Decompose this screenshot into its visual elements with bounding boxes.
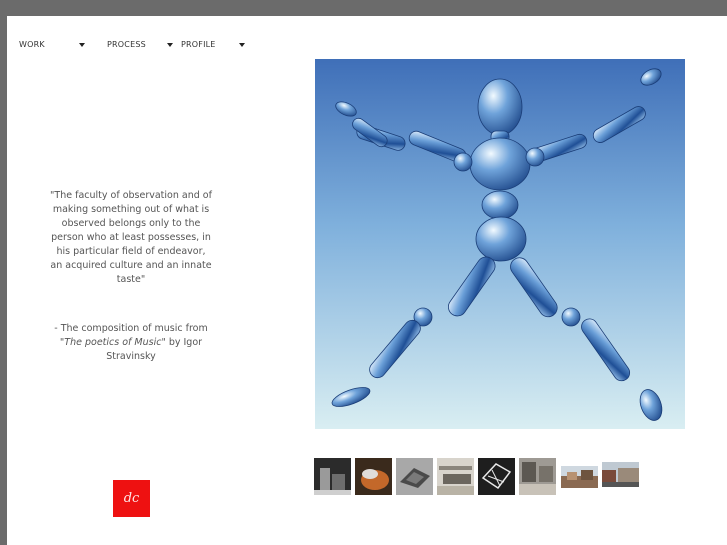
nav-item-label: PROCESS (107, 40, 146, 49)
mannequin-figure-image (315, 59, 685, 429)
thumbnail-image (314, 458, 351, 495)
hero-image (315, 59, 685, 429)
chevron-down-icon (167, 43, 173, 47)
thumbnail-image (602, 462, 639, 487)
thumbnail[interactable] (355, 458, 392, 495)
thumbnail[interactable] (396, 458, 433, 495)
nav-item-label: PROFILE (181, 40, 216, 49)
thumbnail-image (355, 458, 392, 495)
nav-item-label: WORK (19, 40, 45, 49)
thumbnail[interactable] (437, 458, 474, 495)
thumbnail-image (519, 458, 556, 495)
chevron-down-icon (79, 43, 85, 47)
nav-item-work[interactable]: WORK (19, 40, 85, 49)
logo[interactable]: dc (113, 480, 150, 517)
thumbnail-image (561, 466, 598, 488)
thumbnail-image (437, 458, 474, 495)
thumbnail[interactable] (314, 458, 351, 495)
page: WORK PROCESS PROFILE "The faculty of obs… (7, 16, 727, 545)
nav-item-process[interactable]: PROCESS (107, 40, 173, 49)
chevron-down-icon (239, 43, 245, 47)
thumbnail[interactable] (561, 466, 598, 488)
attribution-work-title: The poetics of Music (64, 337, 162, 348)
thumbnail[interactable] (602, 462, 639, 487)
thumbnail[interactable] (519, 458, 556, 495)
thumbnail-image (478, 458, 515, 495)
thumbnail[interactable] (478, 458, 515, 495)
thumbnail-image (396, 458, 433, 495)
logo-text: dc (123, 491, 140, 506)
top-bar (0, 0, 727, 16)
quote-text: "The faculty of observation and of makin… (50, 190, 212, 285)
quote-attribution: - The composition of music from "The poe… (50, 322, 212, 364)
nav-item-profile[interactable]: PROFILE (181, 40, 245, 49)
